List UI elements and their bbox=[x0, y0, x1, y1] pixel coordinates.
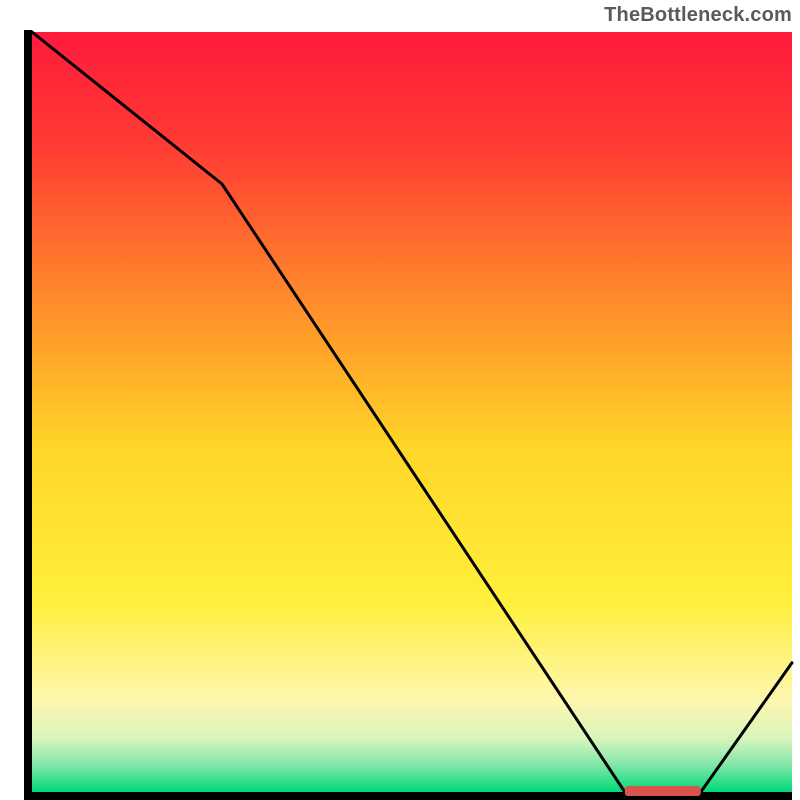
chart-svg bbox=[0, 0, 800, 800]
chart-container: TheBottleneck.com bbox=[0, 0, 800, 800]
attribution-label: TheBottleneck.com bbox=[604, 4, 792, 27]
plot-background bbox=[32, 32, 792, 792]
plateau-marker bbox=[625, 786, 701, 796]
